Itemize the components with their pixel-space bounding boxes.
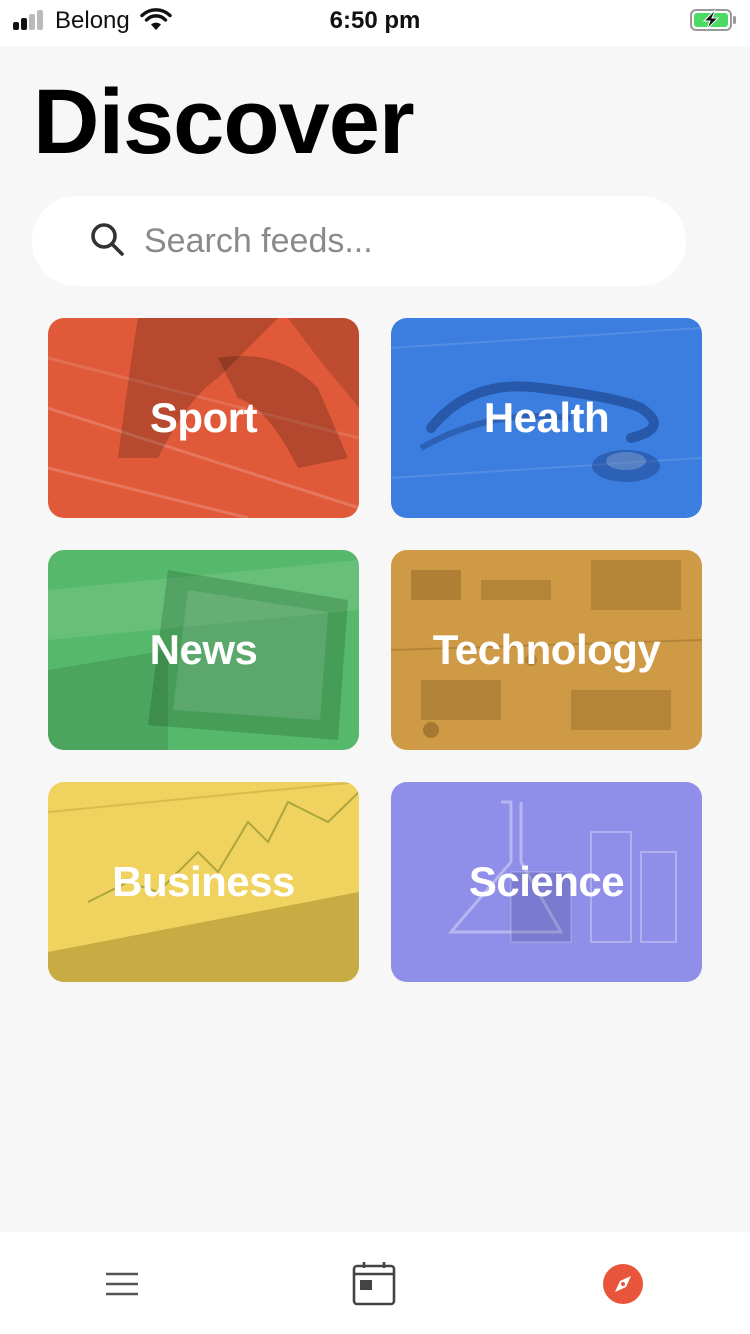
tab-bar [0, 1232, 750, 1334]
status-time: 6:50 pm [329, 7, 421, 34]
search-icon [91, 223, 124, 256]
page-title: Discover [33, 71, 415, 173]
category-tile-business[interactable]: Business [48, 782, 359, 982]
search-input[interactable] [144, 216, 664, 266]
category-label-sport: Sport [149, 394, 258, 441]
menu-icon[interactable] [98, 1260, 146, 1308]
battery-charging-icon [690, 9, 736, 31]
category-tile-health[interactable]: Health [391, 318, 702, 518]
calendar-icon[interactable] [350, 1260, 398, 1308]
category-tile-sport[interactable]: Sport [48, 318, 359, 518]
status-bar: Belong 6:50 pm [0, 0, 750, 46]
category-label-business: Business [112, 858, 295, 905]
category-label-health: Health [483, 394, 610, 441]
search-bar[interactable] [32, 196, 686, 286]
category-tile-science[interactable]: Science [391, 782, 702, 982]
category-label-science: Science [468, 858, 625, 905]
category-tile-news[interactable]: News [48, 550, 359, 750]
category-label-technology: Technology [432, 626, 661, 673]
category-label-news: News [149, 626, 258, 673]
category-tile-technology[interactable]: Technology [391, 550, 702, 750]
compass-icon[interactable] [599, 1260, 647, 1308]
